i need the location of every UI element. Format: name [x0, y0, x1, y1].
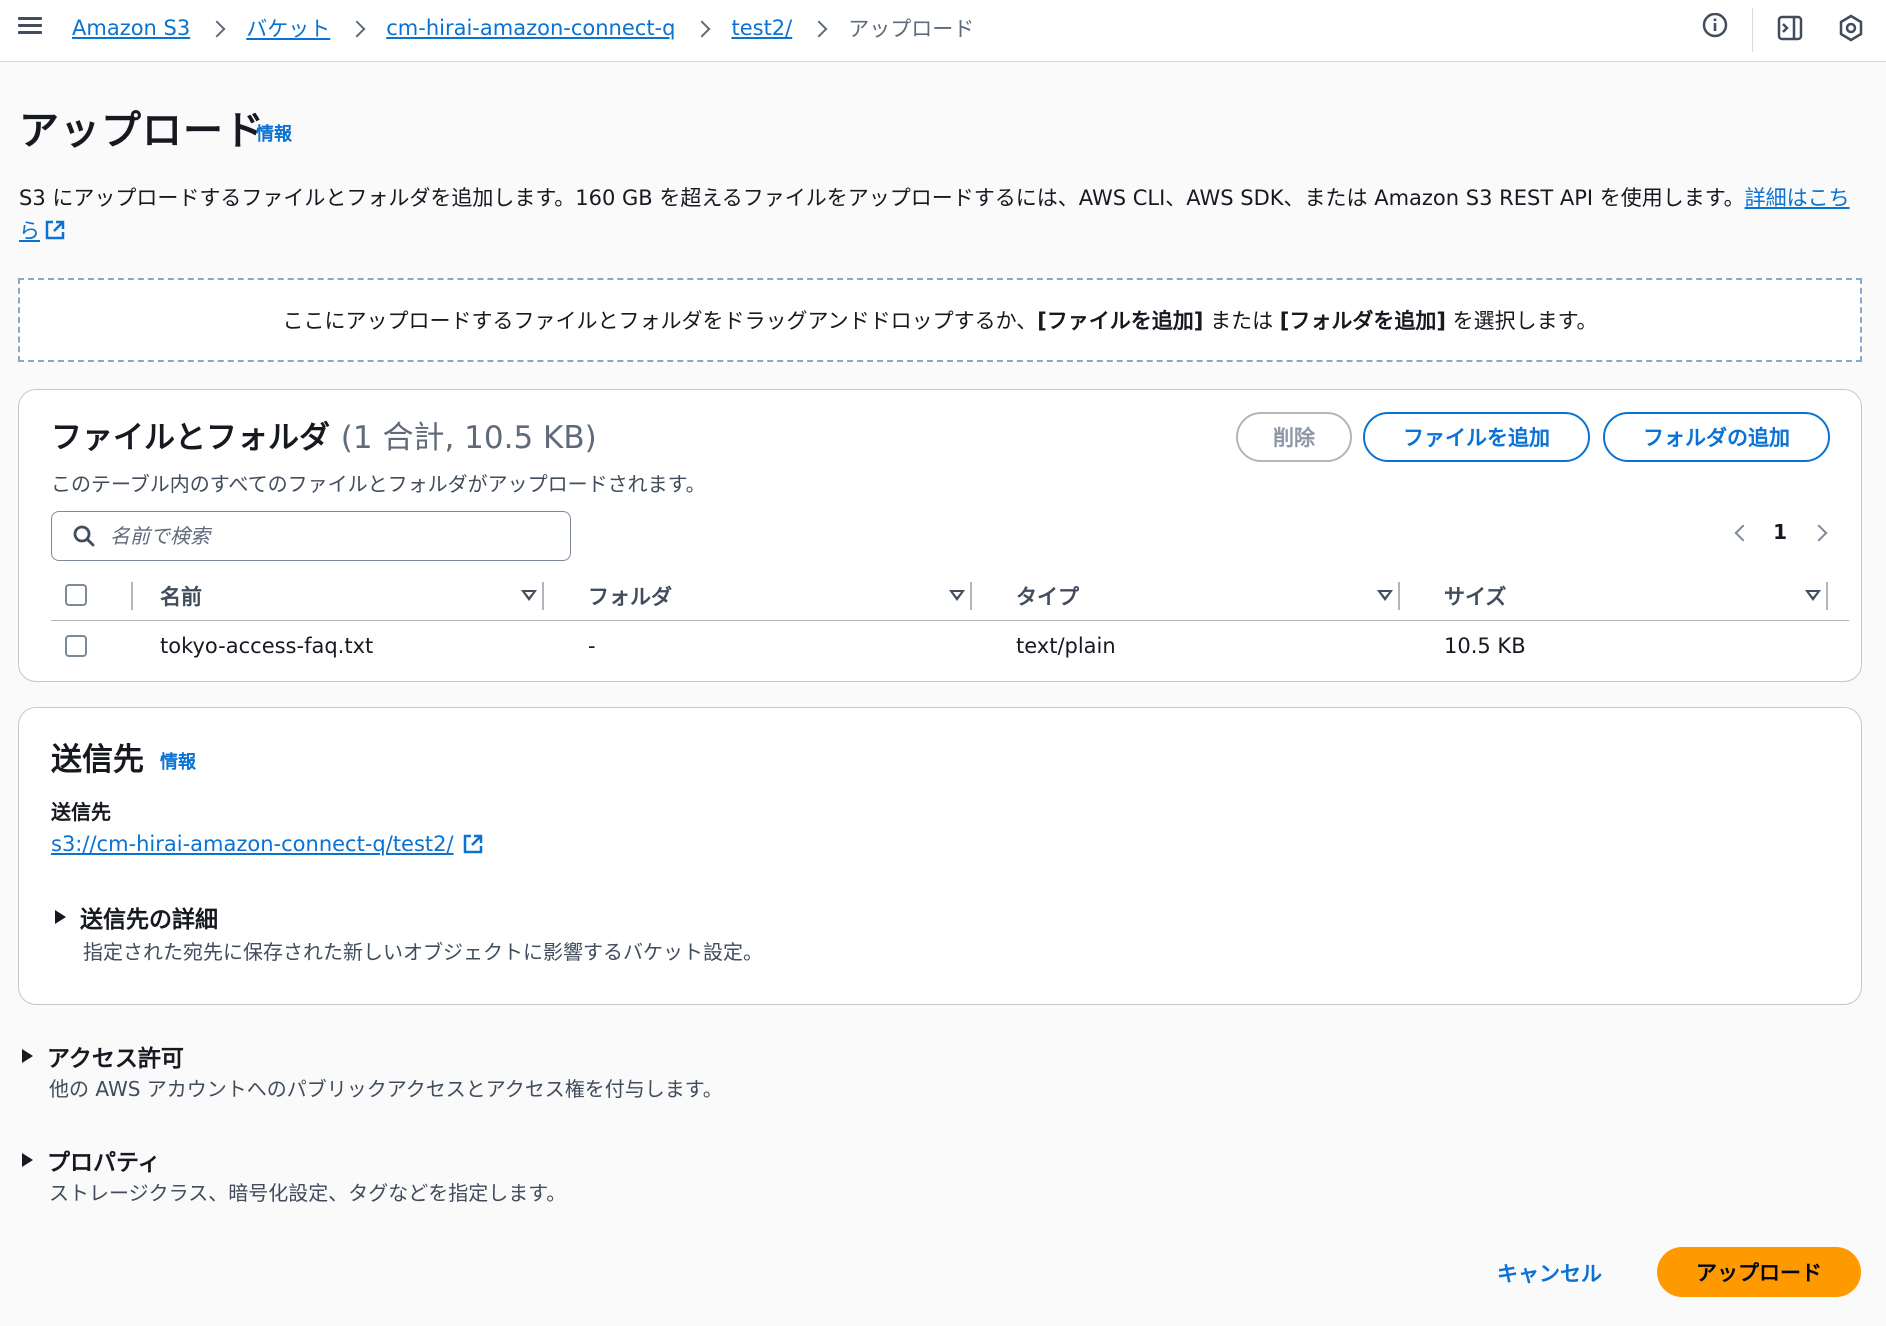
- caret-right-icon: [22, 1049, 33, 1063]
- destination-details-title: 送信先の詳細: [80, 907, 218, 933]
- add-folder-button[interactable]: フォルダの追加: [1603, 412, 1830, 462]
- files-count: (1 合計, 10.5 KB): [340, 420, 597, 456]
- breadcrumb-amazon-s3[interactable]: Amazon S3: [72, 16, 190, 40]
- sort-icon[interactable]: [1805, 590, 1821, 601]
- permissions-desc: 他の AWS アカウントへのパブリックアクセスとアクセス権を付与します。: [49, 1077, 723, 1101]
- dropzone-add-folder: [フォルダを追加]: [1279, 309, 1446, 333]
- files-panel-title: ファイルとフォルダ (1 合計, 10.5 KB): [51, 412, 597, 457]
- destination-url-link[interactable]: s3://cm-hirai-amazon-connect-q/test2/: [51, 832, 454, 856]
- delete-button[interactable]: 削除: [1236, 412, 1352, 462]
- properties-toggle[interactable]: プロパティ: [22, 1143, 161, 1177]
- chevron-right-icon: [210, 21, 224, 35]
- destination-details-desc: 指定された宛先に保存された新しいオブジェクトに影響するバケット設定。: [83, 940, 763, 964]
- breadcrumb-folder[interactable]: test2/: [731, 16, 792, 40]
- column-divider: [1398, 582, 1400, 610]
- table-header: 名前 フォルダ タイプ サイズ: [51, 570, 1849, 621]
- page-description: S3 にアップロードするファイルとフォルダを追加します。160 GB を超えるフ…: [19, 182, 1869, 248]
- dropzone-text: ここにアップロードするファイルとフォルダをドラッグアンドドロップするか、: [282, 309, 1038, 333]
- dropzone-select: を選択します。: [1445, 309, 1598, 333]
- type-cell: text/plain: [1016, 634, 1116, 658]
- row-checkbox[interactable]: [65, 635, 87, 657]
- current-page[interactable]: 1: [1773, 520, 1787, 544]
- destination-label: 送信先: [51, 800, 111, 824]
- destination-info-link[interactable]: 情報: [160, 748, 196, 774]
- sort-icon[interactable]: [521, 590, 537, 601]
- menu-icon[interactable]: [18, 14, 44, 40]
- breadcrumb-current: アップロード: [848, 17, 975, 41]
- info-link[interactable]: 情報: [256, 120, 292, 146]
- dropzone-add-files: [ファイルを追加]: [1037, 309, 1204, 333]
- column-divider: [131, 582, 133, 610]
- file-name-cell: tokyo-access-faq.txt: [160, 634, 374, 658]
- top-navigation: Amazon S3 バケット cm-hirai-amazon-connect-q…: [0, 0, 1886, 62]
- column-header-type[interactable]: タイプ: [1016, 570, 1079, 621]
- toolbar-divider: [1752, 8, 1753, 52]
- upload-button[interactable]: アップロード: [1657, 1247, 1861, 1297]
- column-divider: [1826, 582, 1828, 610]
- sort-icon[interactable]: [1377, 590, 1393, 601]
- cancel-button[interactable]: キャンセル: [1497, 1248, 1602, 1298]
- permissions-title: アクセス許可: [47, 1046, 184, 1072]
- breadcrumb-bucket[interactable]: cm-hirai-amazon-connect-q: [386, 16, 675, 40]
- caret-right-icon: [55, 910, 66, 924]
- description-text: S3 にアップロードするファイルとフォルダを追加します。160 GB を超えるフ…: [19, 186, 1745, 210]
- size-cell: 10.5 KB: [1444, 634, 1526, 658]
- column-header-size[interactable]: サイズ: [1444, 570, 1506, 621]
- properties-desc: ストレージクラス、暗号化設定、タグなどを指定します。: [49, 1181, 567, 1205]
- search-field[interactable]: [51, 511, 571, 561]
- file-dropzone[interactable]: ここにアップロードするファイルとフォルダをドラッグアンドドロップするか、 [ファ…: [18, 278, 1862, 362]
- search-input[interactable]: [110, 524, 530, 548]
- next-page-icon[interactable]: [1813, 525, 1827, 539]
- chevron-right-icon: [350, 21, 364, 35]
- column-divider: [542, 582, 544, 610]
- breadcrumb: Amazon S3 バケット cm-hirai-amazon-connect-q…: [72, 13, 974, 43]
- column-divider: [970, 582, 972, 610]
- properties-title: プロパティ: [47, 1150, 161, 1176]
- folder-cell: -: [588, 634, 596, 658]
- destination-details-toggle[interactable]: 送信先の詳細: [55, 900, 218, 934]
- destination-panel: 送信先 情報 送信先 s3://cm-hirai-amazon-connect-…: [18, 707, 1862, 1005]
- destination-title: 送信先: [51, 742, 144, 778]
- files-subtitle: このテーブル内のすべてのファイルとフォルダがアップロードされます。: [51, 472, 706, 496]
- files-and-folders-panel: ファイルとフォルダ (1 合計, 10.5 KB) このテーブル内のすべてのファ…: [18, 389, 1862, 682]
- files-title: ファイルとフォルダ: [51, 420, 330, 456]
- add-files-button[interactable]: ファイルを追加: [1363, 412, 1590, 462]
- breadcrumb-buckets[interactable]: バケット: [246, 13, 330, 43]
- external-link-icon[interactable]: [462, 833, 484, 855]
- external-link-icon[interactable]: [44, 219, 66, 241]
- page-title: アップロード: [19, 108, 265, 154]
- table-row: tokyo-access-faq.txt - text/plain 10.5 K…: [51, 621, 1849, 671]
- previous-page-icon[interactable]: [1733, 525, 1747, 539]
- info-circle-icon[interactable]: [1700, 13, 1730, 43]
- hexagon-gear-icon[interactable]: [1836, 13, 1866, 43]
- select-all-checkbox[interactable]: [65, 584, 87, 606]
- destination-url-row: s3://cm-hirai-amazon-connect-q/test2/: [51, 832, 484, 856]
- caret-right-icon: [22, 1153, 33, 1167]
- column-header-name[interactable]: 名前: [160, 570, 202, 621]
- permissions-toggle[interactable]: アクセス許可: [22, 1039, 184, 1073]
- chevron-right-icon: [812, 21, 826, 35]
- files-table: 名前 フォルダ タイプ サイズ tokyo-access-faq.txt - t…: [51, 570, 1849, 671]
- search-icon: [73, 525, 95, 547]
- sort-icon[interactable]: [949, 590, 965, 601]
- chevron-right-icon: [695, 21, 709, 35]
- dropzone-or: または: [1203, 309, 1280, 333]
- column-header-folder[interactable]: フォルダ: [588, 570, 672, 621]
- side-panel-icon[interactable]: [1775, 13, 1805, 43]
- pagination: 1: [1733, 520, 1827, 544]
